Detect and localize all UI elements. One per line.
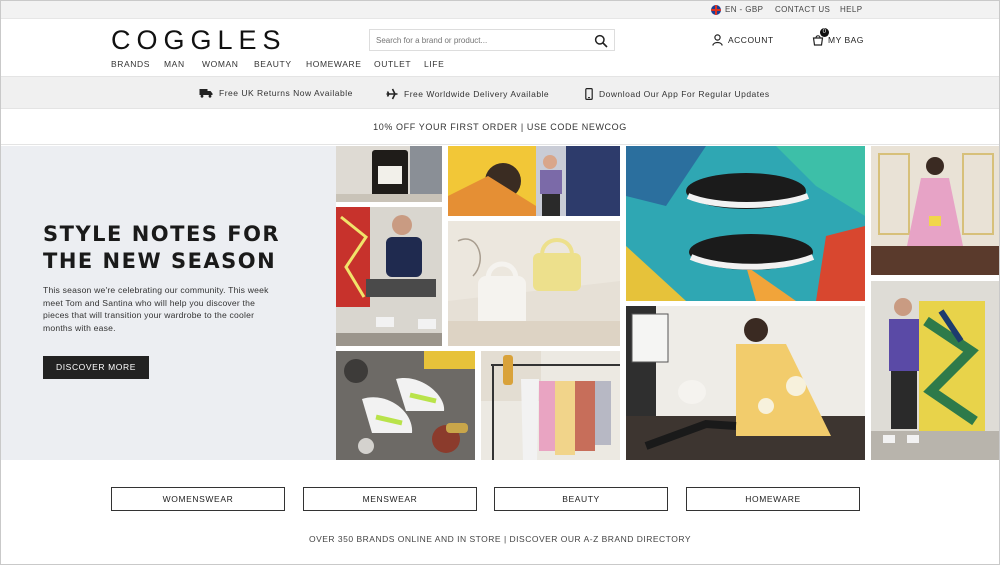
nav-life[interactable]: LIFE xyxy=(424,59,444,69)
phone-icon xyxy=(585,88,593,100)
contact-link[interactable]: CONTACT US xyxy=(775,5,830,14)
hero-body: This season we're celebrating our commun… xyxy=(43,285,269,333)
hero-title-line2: THE NEW SEASON xyxy=(43,249,277,273)
locale-selector[interactable]: EN - GBP xyxy=(725,5,763,14)
nav-outlet[interactable]: OUTLET xyxy=(374,59,411,69)
search-icon[interactable] xyxy=(594,34,608,48)
photo-perfume-bottle[interactable] xyxy=(336,146,442,202)
uk-flag-icon xyxy=(711,5,721,15)
bag-label: MY BAG xyxy=(828,35,864,45)
nav-man[interactable]: MAN xyxy=(164,59,185,69)
nav-beauty[interactable]: BEAUTY xyxy=(254,59,292,69)
usp-returns[interactable]: Free UK Returns Now Available xyxy=(199,88,353,98)
photo-woman-pink-dress[interactable] xyxy=(871,146,999,275)
usp-app-label: Download Our App For Regular Updates xyxy=(599,89,770,99)
hero-title-line1: STYLE NOTES FOR xyxy=(43,222,281,246)
bag-count-badge: 0 xyxy=(820,28,829,37)
user-icon xyxy=(712,34,723,46)
usp-delivery[interactable]: Free Worldwide Delivery Available xyxy=(386,88,549,100)
homeware-button[interactable]: HOMEWARE xyxy=(686,487,860,511)
usp-app[interactable]: Download Our App For Regular Updates xyxy=(585,88,770,100)
site-logo[interactable]: COGGLES xyxy=(111,25,287,56)
truck-icon xyxy=(199,89,213,98)
usp-returns-label: Free UK Returns Now Available xyxy=(219,88,353,98)
womenswear-button[interactable]: WOMENSWEAR xyxy=(111,487,285,511)
photo-man-seated-art[interactable] xyxy=(336,207,442,346)
photo-artist-painting[interactable] xyxy=(448,146,620,216)
photo-sneakers-floor[interactable] xyxy=(336,351,475,460)
promo-banner[interactable]: 10% OFF YOUR FIRST ORDER | USE CODE NEWC… xyxy=(1,110,999,145)
photo-handbags[interactable] xyxy=(448,221,620,346)
account-link[interactable]: ACCOUNT xyxy=(712,34,774,46)
account-label: ACCOUNT xyxy=(728,35,774,45)
hero-title: STYLE NOTES FOR THE NEW SEASON xyxy=(43,221,280,275)
search-input[interactable] xyxy=(370,30,580,51)
brand-directory-link[interactable]: OVER 350 BRANDS ONLINE AND IN STORE | DI… xyxy=(1,534,999,544)
nav-brands[interactable]: BRANDS xyxy=(111,59,150,69)
page: EN - GBP CONTACT US HELP COGGLES BRANDS … xyxy=(0,0,1000,565)
search-box xyxy=(369,29,615,51)
nav-woman[interactable]: WOMAN xyxy=(202,59,239,69)
menswear-button[interactable]: MENSWEAR xyxy=(303,487,477,511)
nav-homeware[interactable]: HOMEWARE xyxy=(306,59,362,69)
photo-woman-seated[interactable] xyxy=(626,306,865,460)
usp-delivery-label: Free Worldwide Delivery Available xyxy=(404,89,550,99)
usp-strip: Free UK Returns Now Available Free World… xyxy=(1,76,999,109)
beauty-button[interactable]: BEAUTY xyxy=(494,487,668,511)
hero-panel: STYLE NOTES FOR THE NEW SEASON This seas… xyxy=(1,146,336,460)
photo-man-canvas[interactable] xyxy=(871,281,999,460)
help-link[interactable]: HELP xyxy=(840,5,863,14)
bag-link[interactable]: 0 MY BAG xyxy=(812,28,864,46)
discover-more-button[interactable]: DISCOVER MORE xyxy=(43,356,149,379)
utility-bar: EN - GBP CONTACT US HELP xyxy=(1,1,999,19)
plane-icon xyxy=(386,88,398,100)
photo-sneakers-paint[interactable] xyxy=(626,146,865,301)
photo-clothes-rail[interactable] xyxy=(481,351,620,460)
